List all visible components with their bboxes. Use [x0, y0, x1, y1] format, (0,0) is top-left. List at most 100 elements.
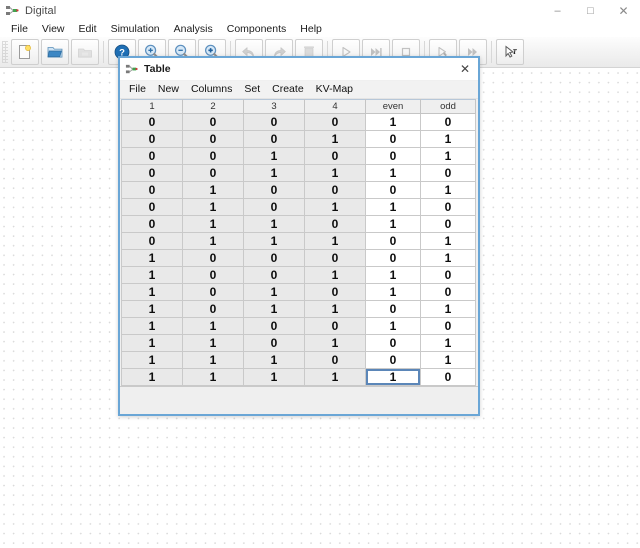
truth-table-cell[interactable]: 1: [420, 334, 476, 352]
table-menu-item-create[interactable]: Create: [266, 81, 310, 98]
truth-table-cell[interactable]: 1: [121, 283, 183, 301]
truth-table-cell[interactable]: 0: [121, 147, 183, 165]
truth-table-cell[interactable]: 1: [121, 266, 183, 284]
truth-table-cell[interactable]: 0: [304, 147, 366, 165]
truth-table-cell-selected[interactable]: 1: [365, 368, 421, 386]
truth-table-cell[interactable]: 0: [243, 113, 305, 131]
truth-table-cell[interactable]: 1: [182, 334, 244, 352]
truth-table-cell[interactable]: 0: [365, 181, 421, 199]
truth-table-cell[interactable]: 0: [420, 266, 476, 284]
truth-table-cell[interactable]: 1: [121, 317, 183, 335]
truth-table-cell[interactable]: 0: [243, 198, 305, 216]
truth-table-cell[interactable]: 0: [182, 300, 244, 318]
table-menu-item-kvmap[interactable]: KV-Map: [310, 81, 359, 98]
truth-table-cell[interactable]: 1: [243, 368, 305, 386]
truth-table-cell[interactable]: 0: [420, 368, 476, 386]
truth-table-cell[interactable]: 0: [121, 215, 183, 233]
truth-table-cell[interactable]: 1: [365, 215, 421, 233]
truth-table-cell[interactable]: 1: [304, 198, 366, 216]
menu-item-simulation[interactable]: Simulation: [104, 21, 167, 37]
truth-table-cell[interactable]: 0: [182, 130, 244, 148]
truth-table-column-header-odd[interactable]: odd: [420, 99, 476, 114]
truth-table-cell[interactable]: 0: [243, 249, 305, 267]
table-dialog-titlebar[interactable]: Table ✕: [120, 58, 478, 81]
truth-table-cell[interactable]: 1: [182, 215, 244, 233]
truth-table-cell[interactable]: 0: [121, 164, 183, 182]
minimize-button[interactable]: –: [541, 0, 574, 21]
truth-table-cell[interactable]: 0: [243, 317, 305, 335]
truth-table-cell[interactable]: 0: [304, 351, 366, 369]
menu-item-file[interactable]: File: [4, 21, 35, 37]
truth-table-cell[interactable]: 0: [182, 266, 244, 284]
truth-table-cell[interactable]: 1: [365, 113, 421, 131]
truth-table-cell[interactable]: 0: [182, 113, 244, 131]
truth-table-cell[interactable]: 1: [420, 300, 476, 318]
menu-item-help[interactable]: Help: [293, 21, 329, 37]
truth-table-cell[interactable]: 0: [365, 249, 421, 267]
truth-table-cell[interactable]: 0: [420, 164, 476, 182]
truth-table-column-header-3[interactable]: 3: [243, 99, 305, 114]
truth-table-cell[interactable]: 1: [365, 283, 421, 301]
measure-cursor-button[interactable]: T: [496, 39, 524, 65]
truth-table-cell[interactable]: 0: [420, 283, 476, 301]
table-dialog-close-icon[interactable]: ✕: [452, 58, 478, 80]
truth-table-cell[interactable]: 1: [182, 317, 244, 335]
truth-table-column-header-even[interactable]: even: [365, 99, 421, 114]
new-file-button[interactable]: [11, 39, 39, 65]
truth-table-cell[interactable]: 1: [304, 334, 366, 352]
truth-table-cell[interactable]: 0: [365, 147, 421, 165]
menu-item-view[interactable]: View: [35, 21, 72, 37]
close-button[interactable]: ✕: [607, 0, 640, 21]
truth-table-cell[interactable]: 0: [304, 181, 366, 199]
truth-table-cell[interactable]: 1: [182, 232, 244, 250]
truth-table-cell[interactable]: 0: [243, 130, 305, 148]
truth-table-cell[interactable]: 1: [420, 232, 476, 250]
truth-table-cell[interactable]: 0: [420, 317, 476, 335]
toolbar-grip[interactable]: [2, 41, 8, 63]
truth-table-cell[interactable]: 0: [182, 164, 244, 182]
table-menu-item-set[interactable]: Set: [238, 81, 266, 98]
truth-table-column-header-2[interactable]: 2: [182, 99, 244, 114]
truth-table-cell[interactable]: 1: [304, 266, 366, 284]
truth-table-cell[interactable]: 0: [365, 351, 421, 369]
truth-table-cell[interactable]: 1: [243, 232, 305, 250]
truth-table-cell[interactable]: 0: [365, 300, 421, 318]
truth-table-cell[interactable]: 0: [365, 130, 421, 148]
table-menu-item-new[interactable]: New: [152, 81, 185, 98]
truth-table-cell[interactable]: 1: [304, 300, 366, 318]
truth-table-cell[interactable]: 1: [243, 215, 305, 233]
truth-table-cell[interactable]: 0: [121, 113, 183, 131]
truth-table-cell[interactable]: 1: [420, 147, 476, 165]
truth-table-cell[interactable]: 0: [121, 130, 183, 148]
truth-table-cell[interactable]: 1: [243, 300, 305, 318]
truth-table-cell[interactable]: 1: [243, 164, 305, 182]
truth-table-cell[interactable]: 1: [243, 147, 305, 165]
truth-table-cell[interactable]: 1: [182, 351, 244, 369]
truth-table-cell[interactable]: 0: [243, 334, 305, 352]
truth-table-cell[interactable]: 1: [304, 130, 366, 148]
truth-table-cell[interactable]: 0: [365, 232, 421, 250]
table-menu-item-file[interactable]: File: [123, 81, 152, 98]
truth-table-cell[interactable]: 1: [121, 334, 183, 352]
truth-table-cell[interactable]: 1: [121, 351, 183, 369]
truth-table-cell[interactable]: 1: [365, 266, 421, 284]
menu-item-components[interactable]: Components: [220, 21, 294, 37]
maximize-button[interactable]: □: [574, 0, 607, 21]
truth-table-cell[interactable]: 0: [420, 215, 476, 233]
truth-table-cell[interactable]: 0: [182, 147, 244, 165]
truth-table-column-header-1[interactable]: 1: [121, 99, 183, 114]
truth-table-cell[interactable]: 0: [182, 283, 244, 301]
save-file-button[interactable]: [71, 39, 99, 65]
truth-table-cell[interactable]: 0: [420, 113, 476, 131]
truth-table-cell[interactable]: 1: [182, 181, 244, 199]
truth-table-cell[interactable]: 1: [365, 317, 421, 335]
truth-table-cell[interactable]: 0: [121, 198, 183, 216]
truth-table-cell[interactable]: 0: [243, 266, 305, 284]
truth-table-cell[interactable]: 1: [121, 368, 183, 386]
truth-table-cell[interactable]: 1: [121, 300, 183, 318]
open-file-button[interactable]: [41, 39, 69, 65]
truth-table-cell[interactable]: 1: [243, 283, 305, 301]
truth-table-cell[interactable]: 1: [304, 232, 366, 250]
truth-table-cell[interactable]: 0: [121, 181, 183, 199]
truth-table-cell[interactable]: 1: [365, 198, 421, 216]
